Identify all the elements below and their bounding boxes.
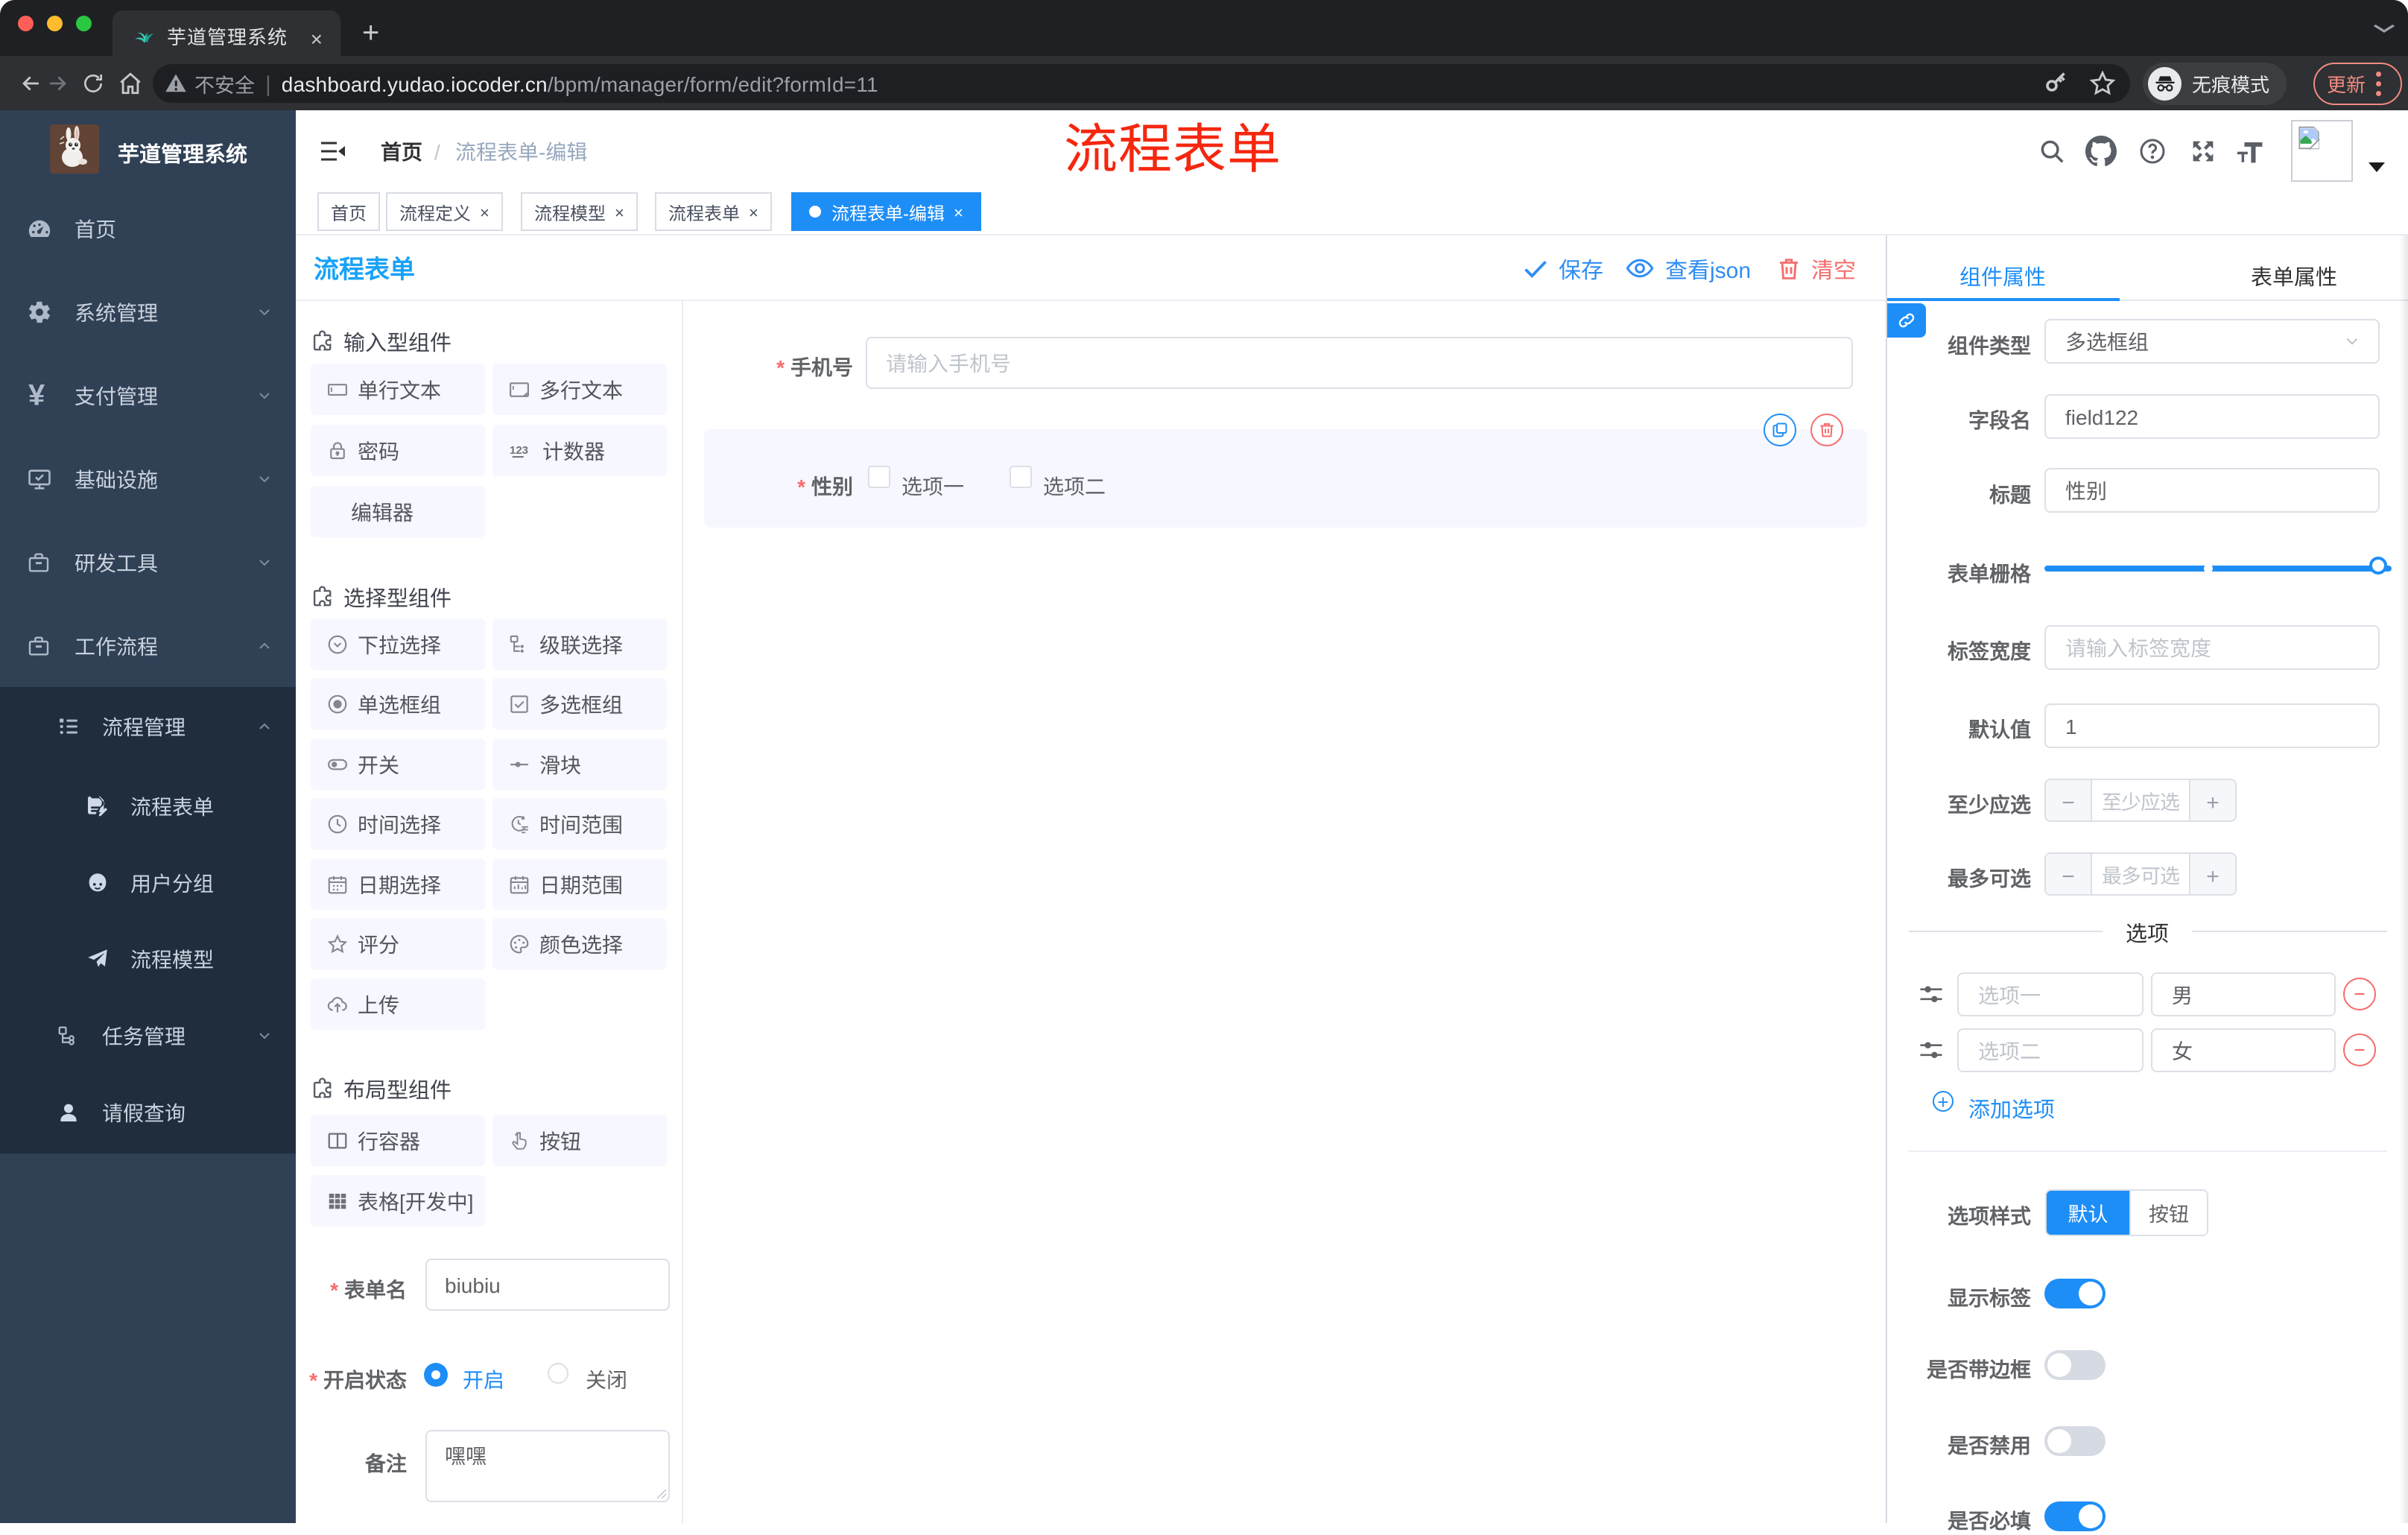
svg-text:123: 123 — [510, 443, 528, 456]
